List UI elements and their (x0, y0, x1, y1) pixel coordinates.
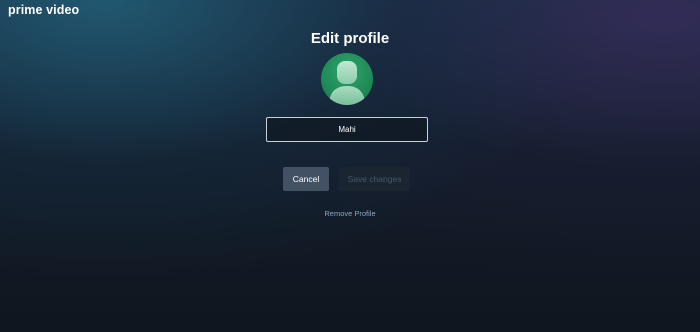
profile-avatar[interactable] (321, 53, 373, 105)
cancel-button[interactable]: Cancel (283, 167, 329, 191)
person-silhouette-icon (329, 61, 365, 105)
remove-profile-link[interactable]: Remove Profile (0, 209, 700, 218)
save-changes-button[interactable]: Save changes (339, 167, 410, 191)
prime-video-logo: prime video (8, 3, 80, 17)
page-title: Edit profile (310, 30, 390, 47)
profile-name-input[interactable] (266, 117, 428, 142)
